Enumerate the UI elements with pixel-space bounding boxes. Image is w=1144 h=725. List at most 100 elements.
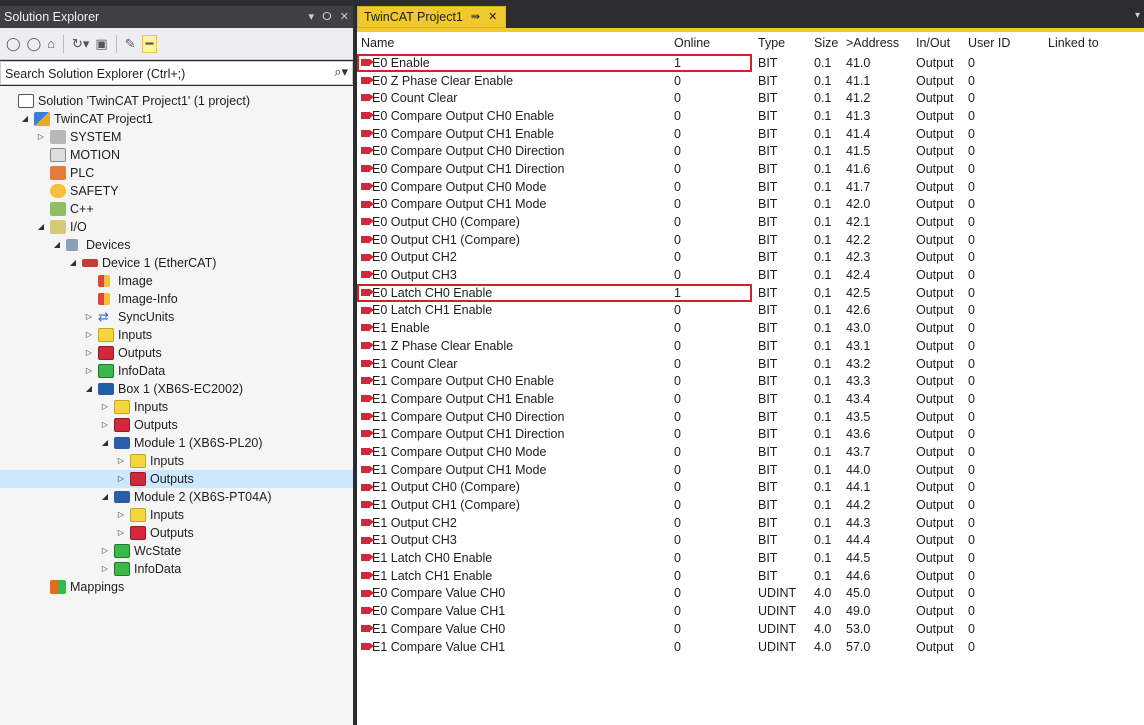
address-cell[interactable]: 43.0 [842, 319, 912, 337]
inout-cell[interactable]: Output [912, 443, 964, 461]
inout-cell[interactable]: Output [912, 425, 964, 443]
table-row[interactable]: E0 Compare Output CH1 Enable 0 BIT 0.1 41.4 O… [357, 125, 1144, 143]
type-cell[interactable]: BIT [754, 532, 810, 550]
column-header-user-id[interactable]: User ID [964, 32, 1044, 54]
table-row[interactable]: E0 Output CH1 (Compare) 0 BIT 0.1 42.2 Output… [357, 231, 1144, 249]
tree-item[interactable]: ▷ Inputs [0, 506, 353, 524]
type-cell[interactable]: BIT [754, 72, 810, 90]
address-cell[interactable]: 42.2 [842, 231, 912, 249]
address-cell[interactable]: 43.1 [842, 337, 912, 355]
linked-to-cell[interactable] [1044, 461, 1144, 479]
online-cell[interactable]: 0 [670, 266, 754, 284]
tree-item[interactable]: ▷ Inputs [0, 452, 353, 470]
name-cell[interactable]: E0 Output CH1 (Compare) [357, 231, 670, 249]
table-row[interactable]: E1 Compare Output CH0 Direction 0 BIT 0.1 43… [357, 408, 1144, 426]
address-cell[interactable]: 43.4 [842, 390, 912, 408]
expand-icon[interactable]: ▷ [100, 416, 110, 434]
user-id-cell[interactable]: 0 [964, 196, 1044, 214]
pin-icon[interactable]: ━ [141, 34, 158, 53]
type-cell[interactable]: BIT [754, 443, 810, 461]
name-cell[interactable]: E1 Latch CH1 Enable [357, 567, 670, 585]
linked-to-cell[interactable] [1044, 125, 1144, 143]
linked-to-cell[interactable] [1044, 390, 1144, 408]
type-cell[interactable]: BIT [754, 54, 810, 72]
online-cell[interactable]: 0 [670, 514, 754, 532]
type-cell[interactable]: BIT [754, 461, 810, 479]
type-cell[interactable]: BIT [754, 514, 810, 532]
size-cell[interactable]: 0.1 [810, 549, 842, 567]
tree-item[interactable]: ▷ WcState [0, 542, 353, 560]
online-cell[interactable]: 0 [670, 638, 754, 656]
type-cell[interactable]: BIT [754, 196, 810, 214]
inout-cell[interactable]: Output [912, 89, 964, 107]
type-cell[interactable]: BIT [754, 479, 810, 497]
user-id-cell[interactable]: 0 [964, 443, 1044, 461]
table-row[interactable]: E1 Compare Value CH0 0 UDINT 4.0 53.0 Output 0 [357, 620, 1144, 638]
expand-icon[interactable]: ▷ [116, 524, 126, 542]
inout-cell[interactable]: Output [912, 231, 964, 249]
user-id-cell[interactable]: 0 [964, 54, 1044, 72]
table-row[interactable]: E0 Latch CH1 Enable 0 BIT 0.1 42.6 Output 0 [357, 302, 1144, 320]
linked-to-cell[interactable] [1044, 408, 1144, 426]
collapse-icon[interactable]: ◢ [52, 236, 62, 254]
user-id-cell[interactable]: 0 [964, 390, 1044, 408]
address-cell[interactable]: 42.6 [842, 302, 912, 320]
user-id-cell[interactable]: 0 [964, 249, 1044, 267]
tree-item[interactable]: Solution 'TwinCAT Project1' (1 project) [0, 92, 353, 110]
address-cell[interactable]: 42.5 [842, 284, 912, 302]
name-cell[interactable]: E1 Compare Output CH1 Direction [357, 425, 670, 443]
type-cell[interactable]: UDINT [754, 585, 810, 603]
table-row[interactable]: E0 Output CH3 0 BIT 0.1 42.4 Output 0 [357, 266, 1144, 284]
table-row[interactable]: E1 Latch CH1 Enable 0 BIT 0.1 44.6 Output 0 [357, 567, 1144, 585]
type-cell[interactable]: BIT [754, 231, 810, 249]
linked-to-cell[interactable] [1044, 549, 1144, 567]
size-cell[interactable]: 4.0 [810, 602, 842, 620]
name-cell[interactable]: E0 Compare Output CH1 Enable [357, 125, 670, 143]
user-id-cell[interactable]: 0 [964, 142, 1044, 160]
type-cell[interactable]: BIT [754, 107, 810, 125]
linked-to-cell[interactable] [1044, 89, 1144, 107]
size-cell[interactable]: 0.1 [810, 266, 842, 284]
address-cell[interactable]: 49.0 [842, 602, 912, 620]
back-icon[interactable]: ◯ [6, 36, 21, 52]
address-cell[interactable]: 41.1 [842, 72, 912, 90]
tree-item[interactable]: ▷ SYSTEM [0, 128, 353, 146]
address-cell[interactable]: 43.3 [842, 372, 912, 390]
tree-item[interactable]: PLC [0, 164, 353, 182]
online-cell[interactable]: 0 [670, 443, 754, 461]
size-cell[interactable]: 0.1 [810, 142, 842, 160]
name-cell[interactable]: E0 Compare Output CH0 Enable [357, 107, 670, 125]
online-cell[interactable]: 0 [670, 160, 754, 178]
online-cell[interactable]: 0 [670, 620, 754, 638]
linked-to-cell[interactable] [1044, 213, 1144, 231]
column-header-linked-to[interactable]: Linked to [1044, 32, 1144, 54]
tree-item[interactable]: ▷ ⇄ SyncUnits [0, 308, 353, 326]
type-cell[interactable]: UDINT [754, 638, 810, 656]
linked-to-cell[interactable] [1044, 602, 1144, 620]
inout-cell[interactable]: Output [912, 249, 964, 267]
user-id-cell[interactable]: 0 [964, 514, 1044, 532]
address-cell[interactable]: 41.2 [842, 89, 912, 107]
linked-to-cell[interactable] [1044, 355, 1144, 373]
name-cell[interactable]: E0 Compare Output CH0 Mode [357, 178, 670, 196]
name-cell[interactable]: E1 Compare Value CH0 [357, 620, 670, 638]
user-id-cell[interactable]: 0 [964, 319, 1044, 337]
collapse-icon[interactable]: ◢ [100, 434, 110, 452]
tree-item[interactable]: Image-Info [0, 290, 353, 308]
user-id-cell[interactable]: 0 [964, 266, 1044, 284]
name-cell[interactable]: E0 Enable [357, 54, 670, 72]
size-cell[interactable]: 0.1 [810, 284, 842, 302]
linked-to-cell[interactable] [1044, 514, 1144, 532]
inout-cell[interactable]: Output [912, 125, 964, 143]
address-cell[interactable]: 41.0 [842, 54, 912, 72]
user-id-cell[interactable]: 0 [964, 178, 1044, 196]
inout-cell[interactable]: Output [912, 319, 964, 337]
linked-to-cell[interactable] [1044, 567, 1144, 585]
type-cell[interactable]: BIT [754, 390, 810, 408]
online-cell[interactable]: 0 [670, 142, 754, 160]
tree-item[interactable]: ▷ Inputs [0, 326, 353, 344]
online-cell[interactable]: 0 [670, 178, 754, 196]
type-cell[interactable]: BIT [754, 142, 810, 160]
type-cell[interactable]: BIT [754, 355, 810, 373]
linked-to-cell[interactable] [1044, 638, 1144, 656]
